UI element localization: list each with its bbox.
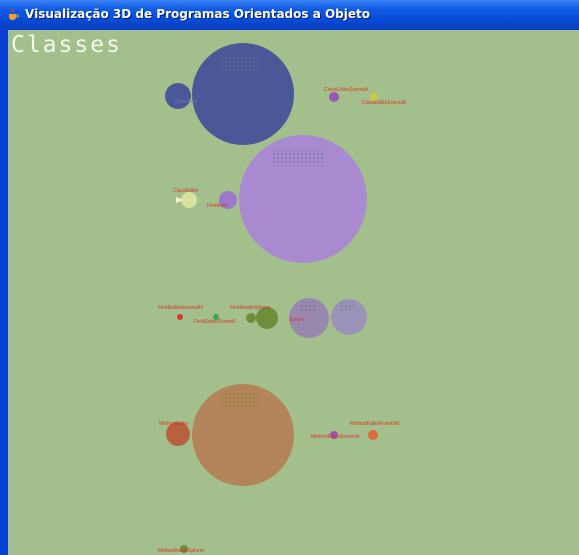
label-method-editor-event-b: MethodEditorEventsA [311, 434, 360, 440]
inside-sphere-small[interactable] [246, 313, 256, 323]
label-class-editor-event-a: ClassEditorEventsA [324, 87, 369, 93]
sphere-dot-grid-left [300, 302, 316, 312]
sphere-dot-grid-right [340, 302, 354, 310]
label-method-inside-sphere: MethodInsideSphere [158, 548, 204, 554]
label-field-editor-event-b: FieldEditorEventsF [194, 319, 236, 325]
label-class-item: ClassItem [175, 99, 197, 105]
class-dot-grid [219, 55, 259, 73]
label-field-item: FieldItem [207, 203, 228, 209]
label-method-editor: MethodEditor [159, 421, 189, 427]
scene-graphic[interactable]: ClassItem ClassEditorEventsA ClassEditor… [0, 0, 579, 555]
label-field-inside-sphere: FieldInsideSphere [230, 305, 271, 311]
method-dot-grid [219, 393, 261, 410]
class-small-sphere[interactable] [165, 83, 191, 109]
label-method-editor-event-a: MethodEditorEventsM [350, 421, 399, 427]
field-event-red[interactable] [177, 314, 183, 320]
class-event-a-sphere[interactable] [329, 92, 339, 102]
field-dot-grid [273, 150, 325, 166]
label-sphere: Sphere [289, 317, 305, 323]
label-class-editor-event-b: ClassEditorEventsB [362, 100, 407, 106]
class-editor-sphere[interactable] [181, 192, 197, 208]
application-window: Visualização 3D de Programas Orientados … [0, 0, 579, 555]
method-event-a-sphere[interactable] [368, 430, 378, 440]
label-class-editor: ClassEditor [173, 188, 199, 194]
label-field-editor-event-a: FieldEditorEventsAF [158, 305, 204, 311]
